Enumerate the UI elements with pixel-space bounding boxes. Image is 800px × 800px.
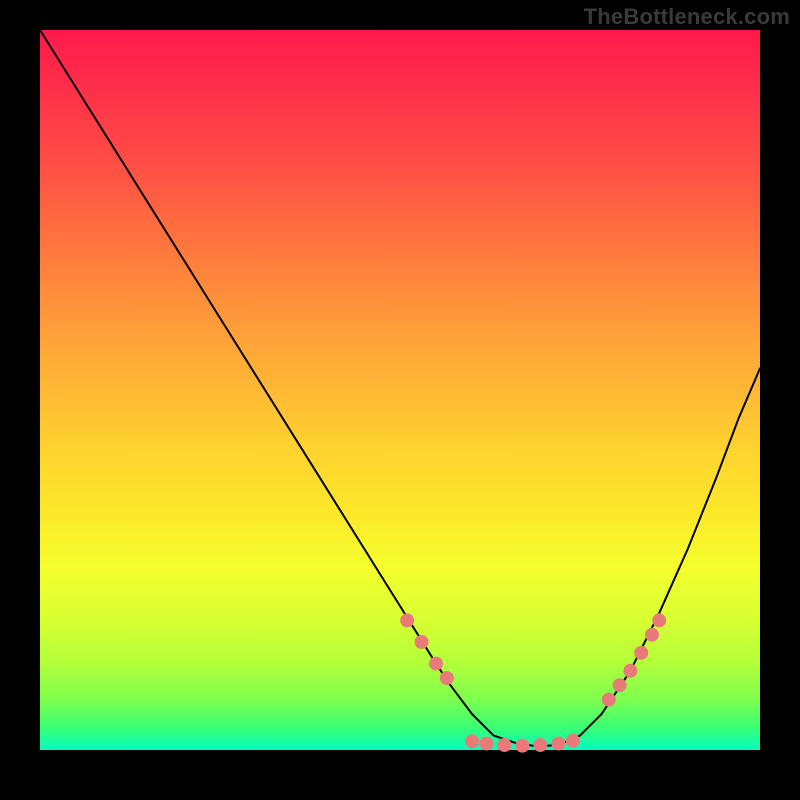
marker-dot [516,739,529,752]
marker-dot [498,738,511,751]
marker-dot [653,614,666,627]
marker-dot [635,646,648,659]
marker-dot [624,664,637,677]
marker-dot [552,737,565,750]
curve-svg [40,30,760,750]
marker-dot [440,672,453,685]
marker-dot [401,614,414,627]
marker-dot [613,679,626,692]
marker-dots [401,614,666,752]
marker-dot [415,636,428,649]
marker-dot [430,657,443,670]
marker-dot [466,735,479,748]
marker-dot [566,734,579,747]
chart-stage: TheBottleneck.com [0,0,800,800]
watermark-text: TheBottleneck.com [584,4,790,30]
marker-dot [534,738,547,751]
marker-dot [602,693,615,706]
marker-dot [480,737,493,750]
marker-dot [646,628,659,641]
plot-area [40,30,760,750]
